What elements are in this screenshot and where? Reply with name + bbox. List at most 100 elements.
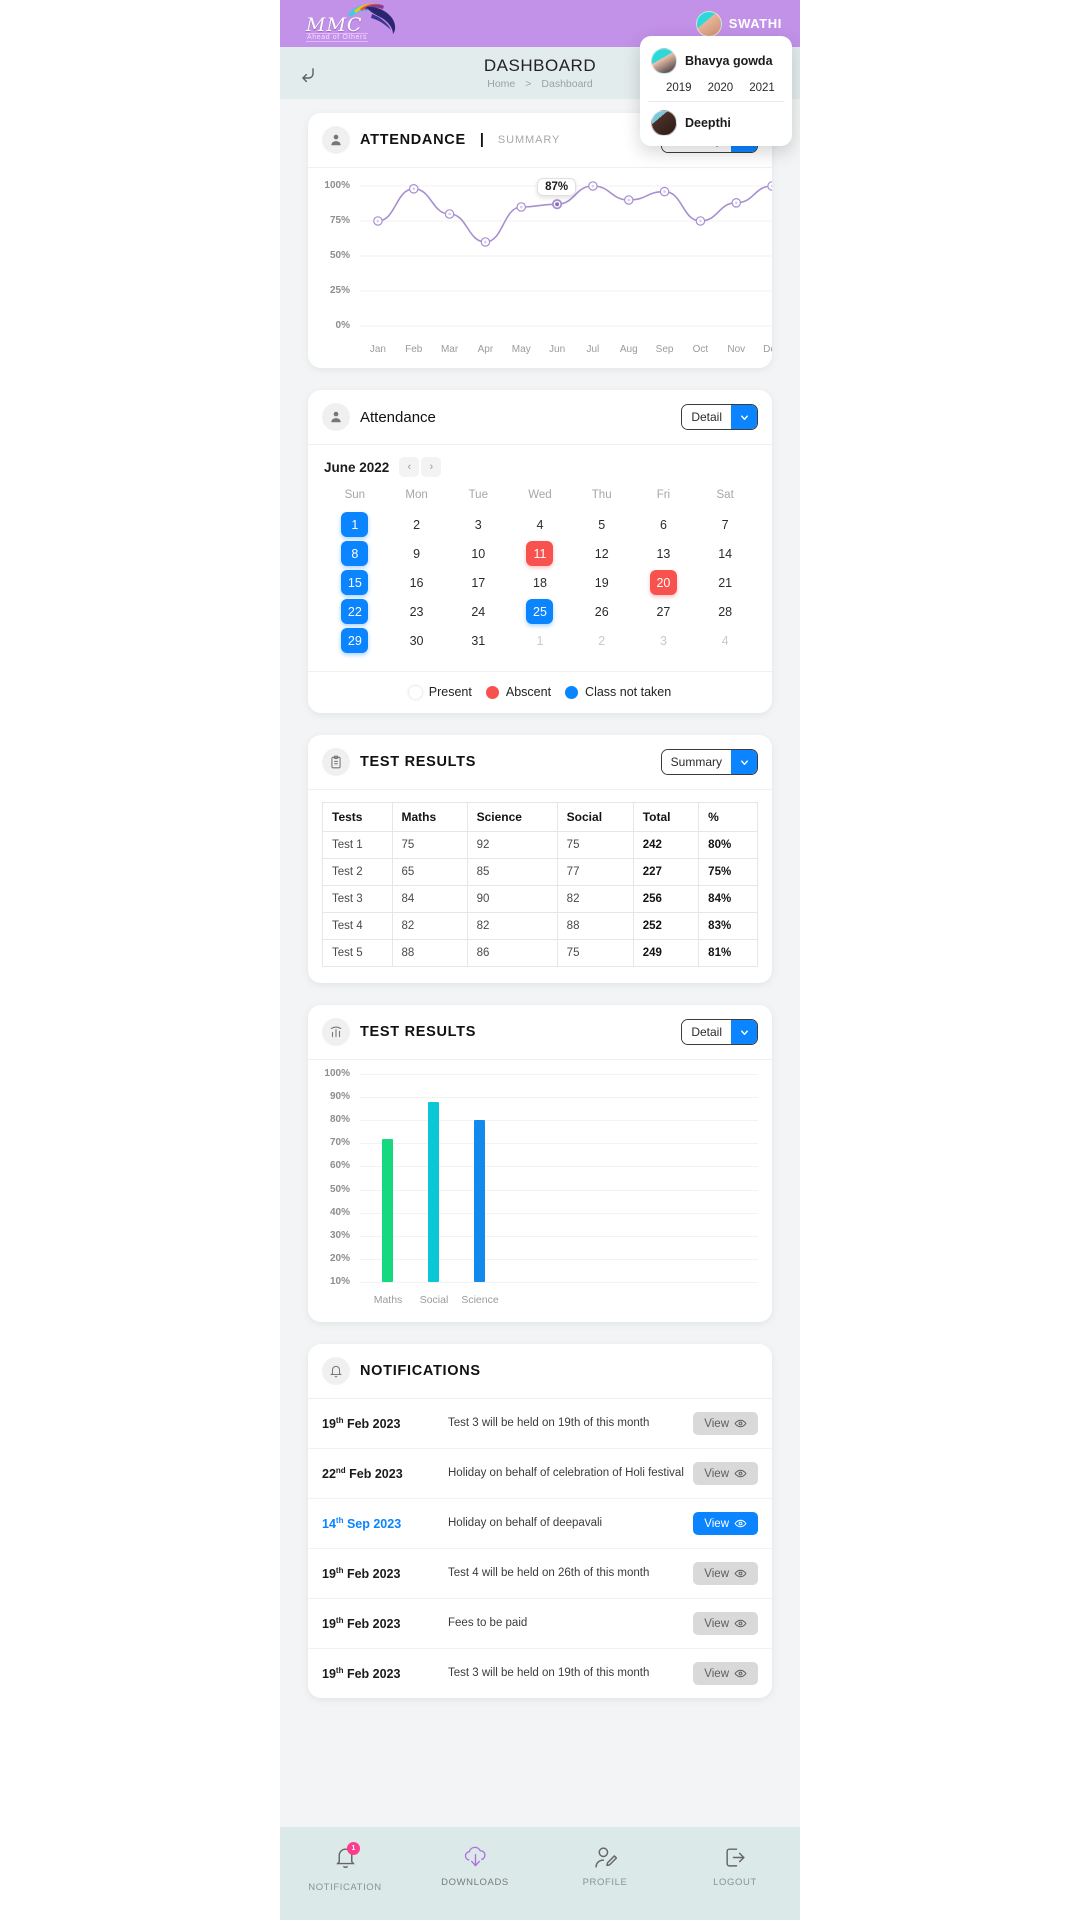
calendar-day[interactable]: 6 [650,512,677,537]
table-cell: 82 [391,912,468,940]
calendar-day[interactable]: 17 [465,570,492,595]
year-option-2020[interactable]: 2020 [708,82,734,94]
calendar-day[interactable]: 1 [341,512,369,537]
calendar-day[interactable]: 4 [712,628,739,653]
app-viewport: MMC Ahead of Others SWATHI Bhavya gowda … [280,0,800,1920]
legend-label: Present [428,685,472,699]
calendar-day[interactable]: 20 [649,570,677,595]
breadcrumb-home[interactable]: Home [487,78,515,90]
calendar-day[interactable]: 9 [403,541,430,566]
calendar-day[interactable]: 5 [588,512,615,537]
calendar-day[interactable]: 22 [341,599,369,624]
calendar-cell-wrap: 29 [324,626,386,655]
calendar-day[interactable]: 2 [403,512,430,537]
person-icon [322,126,350,154]
calendar-day[interactable]: 24 [465,599,492,624]
calendar-day[interactable]: 3 [465,512,492,537]
test-results-summary-select[interactable]: Summary [660,749,758,775]
dropdown-student-deepthi[interactable]: Deepthi [640,104,792,142]
table-cell: 75 [391,831,468,859]
table-row: Test 1 75 92 75 242 80% [322,831,758,859]
y-axis-tick: 100% [324,180,350,191]
calendar-day[interactable]: 21 [712,570,739,595]
content-bottom-spacer [308,1720,772,1840]
y-axis-tick: 50% [329,250,350,261]
student-switcher-dropdown[interactable]: Bhavya gowda 2019 2020 2021 Deepthi [640,36,792,146]
nav-item-downloads[interactable]: DOWNLOADS [410,1845,540,1888]
user-name-label: SWATHI [728,16,782,31]
calendar-day[interactable]: 8 [341,541,369,566]
calendar-day[interactable]: 2 [588,628,615,653]
app-logo[interactable]: MMC Ahead of Others [294,0,414,47]
calendar-day[interactable]: 28 [712,599,739,624]
notification-row: 19th Feb 2023 Test 3 will be held on 19t… [308,1399,772,1449]
calendar-day[interactable]: 25 [526,599,554,624]
view-button-label: View [704,1467,729,1480]
calendar-day[interactable]: 14 [712,541,739,566]
calendar-day[interactable]: 15 [341,570,369,595]
calendar-day[interactable]: 26 [588,599,615,624]
calendar-day[interactable]: 31 [465,628,492,653]
view-button-label: View [704,1667,729,1680]
calendar-day[interactable]: 7 [712,512,739,537]
table-cell: 92 [466,831,558,859]
view-button[interactable]: View [693,1662,758,1685]
back-button[interactable] [294,59,322,87]
calendar-day[interactable]: 18 [526,570,553,595]
nav-label: LOGOUT [713,1877,757,1888]
user-menu-button[interactable]: SWATHI [695,10,786,37]
calendar-day[interactable]: 3 [650,628,677,653]
calendar-day[interactable]: 30 [403,628,430,653]
calendar-day[interactable]: 19 [588,570,615,595]
table-column-header: % [698,802,758,832]
calendar-day[interactable]: 11 [526,541,554,566]
nav-item-logout[interactable]: LOGOUT [670,1845,800,1888]
calendar-dow: Thu [591,489,612,501]
table-row: Test 3 84 90 82 256 84% [322,885,758,913]
table-row: Test 2 65 85 77 227 75% [322,858,758,886]
calendar-day[interactable]: 12 [588,541,615,566]
calendar-day[interactable]: 29 [341,628,369,653]
calendar-grid: Sun Mon Tue Wed Thu Fri Sat 1 2 3 4 5 6 7 8 9 10 11 12 13 14… [324,489,756,655]
calendar-day[interactable]: 1 [526,628,553,653]
nav-label: PROFILE [582,1877,628,1888]
view-button[interactable]: View [693,1562,758,1585]
y-axis-tick: 70% [329,1137,350,1149]
select-value: Detail [682,1020,731,1044]
attendance-line-chart: 100% 75% 50% 25% 0% Jan Feb Mar Apr May Jun Jul Aug S… [308,168,772,368]
table-column-header: Social [556,802,634,832]
nav-item-profile[interactable]: PROFILE [540,1845,670,1888]
year-option-2019[interactable]: 2019 [666,82,692,94]
calendar-next-button[interactable]: › [421,457,442,477]
calendar-day[interactable]: 16 [403,570,430,595]
chevron-down-icon [731,1020,757,1044]
attendance-detail-select[interactable]: Detail [681,404,758,430]
table-cell: 249 [632,939,700,967]
select-value: Detail [682,405,731,429]
calendar-day[interactable]: 27 [650,599,677,624]
test-results-bar-chart: 100% 90% 80% 70% 60% 50% 40% 30% 20% 10% Maths Soci… [308,1060,772,1322]
x-axis-tick: Feb [405,344,423,355]
calendar-prev-button[interactable]: ‹ [399,457,420,477]
view-button[interactable]: View [693,1412,758,1435]
calendar-day[interactable]: 10 [465,541,492,566]
y-axis-tick: 0% [335,320,350,331]
card-title: NOTIFICATIONS [360,1363,481,1379]
test-results-detail-select[interactable]: Detail [681,1019,758,1045]
view-button[interactable]: View [693,1612,758,1635]
calendar-cell-wrap: 9 [386,539,448,568]
notification-text: Holiday on behalf of celebration of Holi… [448,1466,684,1479]
eye-icon [734,1419,747,1428]
dropdown-student-bhavya[interactable]: Bhavya gowda [640,42,792,80]
nav-item-notification[interactable]: 1 NOTIFICATION [280,1842,410,1893]
table-column-header: Science [466,802,558,832]
year-option-2021[interactable]: 2021 [749,82,775,94]
view-button[interactable]: View [693,1512,758,1535]
calendar-day[interactable]: 4 [526,512,553,537]
select-value: Summary [661,750,731,774]
view-button[interactable]: View [693,1462,758,1485]
calendar-day[interactable]: 13 [650,541,677,566]
calendar-cell-wrap: 12 [571,539,633,568]
calendar-day[interactable]: 23 [403,599,430,624]
notification-date: 19th Feb 2023 [322,1565,401,1582]
